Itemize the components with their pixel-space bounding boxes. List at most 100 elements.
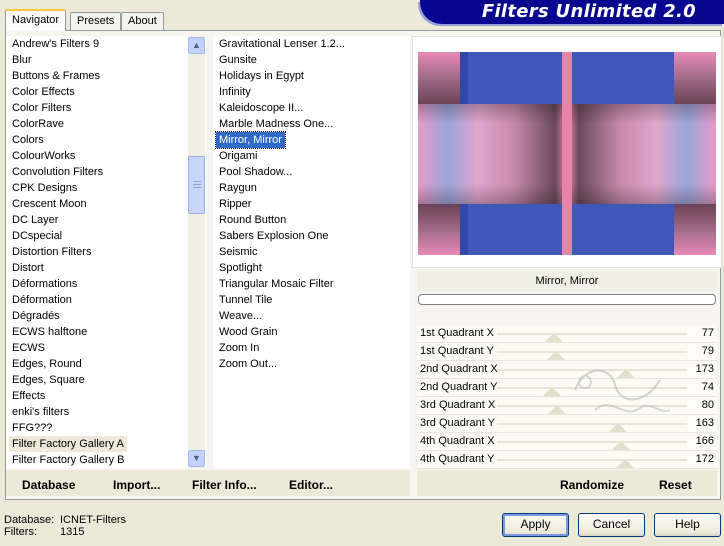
category-item[interactable]: DCspecial [9, 228, 65, 244]
category-item[interactable]: ColorRave [9, 116, 67, 132]
category-item[interactable]: enki's filters [9, 404, 72, 420]
parameter-slider-track[interactable] [497, 459, 687, 461]
parameter-value: 79 [701, 345, 714, 357]
filters-count-value: 1315 [60, 526, 85, 538]
category-item[interactable]: Color Effects [9, 84, 78, 100]
parameter-slider-track[interactable] [497, 441, 687, 443]
category-item[interactable]: ColourWorks [9, 148, 78, 164]
parameter-slider-thumb[interactable] [611, 441, 630, 450]
category-item[interactable]: Andrew's Filters 9 [9, 36, 102, 52]
reset-button[interactable]: Reset [659, 478, 692, 492]
category-item[interactable]: Distort [9, 260, 47, 276]
filter-item[interactable]: Gunsite [216, 52, 260, 68]
filter-item[interactable]: Holidays in Egypt [216, 68, 307, 84]
filter-item[interactable]: Round Button [216, 212, 289, 228]
category-item[interactable]: Convolution Filters [9, 164, 106, 180]
category-item[interactable]: Dégradés [9, 308, 63, 324]
parameter-row[interactable]: 4th Quadrant Y 172 [417, 451, 717, 469]
filter-item[interactable]: Gravitational Lenser 1.2... [216, 36, 348, 52]
tab-about[interactable]: About [121, 12, 164, 30]
category-item[interactable]: FFG??? [9, 420, 55, 436]
parameter-name: 1st Quadrant X [420, 327, 494, 339]
parameter-slider-thumb[interactable] [616, 459, 635, 468]
tab-presets[interactable]: Presets [70, 12, 122, 30]
parameter-name: 3rd Quadrant Y [420, 417, 496, 429]
filter-item[interactable]: Seismic [216, 244, 261, 260]
category-scrollbar[interactable]: ▲ ▼ [188, 36, 205, 468]
filter-item[interactable]: Wood Grain [216, 324, 281, 340]
scroll-up-button[interactable]: ▲ [188, 37, 205, 54]
filter-item[interactable]: Spotlight [216, 260, 265, 276]
filter-item[interactable]: Raygun [216, 180, 260, 196]
filter-item[interactable]: Infinity [216, 84, 254, 100]
category-item[interactable]: Déformation [9, 292, 75, 308]
parameter-row[interactable]: 4th Quadrant X 166 [417, 433, 717, 451]
preview-image [418, 52, 716, 255]
tab-navigator[interactable]: Navigator [5, 9, 67, 31]
parameter-slider-thumb[interactable] [545, 333, 564, 342]
filter-item[interactable]: Sabers Explosion One [216, 228, 331, 244]
database-value: ICNET-Filters [60, 514, 126, 526]
filter-item[interactable]: Origami [216, 148, 261, 164]
filter-info-button[interactable]: Filter Info... [192, 478, 257, 492]
watermark-graphic [574, 369, 671, 413]
filter-item[interactable]: Weave... [216, 308, 265, 324]
category-item[interactable]: Filter Factory Gallery B [9, 452, 127, 468]
category-item[interactable]: Blur [9, 52, 35, 68]
category-item[interactable]: Edges, Round [9, 356, 85, 372]
import-button[interactable]: Import... [113, 478, 160, 492]
filter-item[interactable]: Pool Shadow... [216, 164, 295, 180]
parameter-slider-thumb[interactable] [547, 405, 566, 414]
category-item[interactable]: Crescent Moon [9, 196, 90, 212]
help-button[interactable]: Help [654, 513, 721, 537]
progress-bar [418, 294, 716, 305]
category-item[interactable]: ECWS [9, 340, 48, 356]
parameter-slider-thumb[interactable] [546, 351, 565, 360]
parameter-slider-track[interactable] [497, 351, 687, 353]
parameter-name: 2nd Quadrant Y [420, 381, 498, 393]
apply-button[interactable]: Apply [502, 513, 569, 537]
category-item[interactable]: Déformations [9, 276, 80, 292]
filter-item[interactable]: Tunnel Tile [216, 292, 275, 308]
parameter-value: 173 [695, 363, 714, 375]
title-banner: Filters Unlimited 2.0 [420, 0, 724, 24]
parameter-name: 2nd Quadrant X [420, 363, 498, 375]
filter-item[interactable]: Triangular Mosaic Filter [216, 276, 337, 292]
database-label: Database: [4, 514, 55, 526]
filter-item[interactable]: Kaleidoscope II... [216, 100, 306, 116]
category-item[interactable]: ECWS halftone [9, 324, 90, 340]
category-item[interactable]: Distortion Filters [9, 244, 94, 260]
category-list[interactable]: Andrew's Filters 9 Blur Buttons & Frames Co… [6, 36, 206, 468]
parameter-value: 74 [701, 381, 714, 393]
parameter-slider-track[interactable] [497, 333, 687, 335]
database-button[interactable]: Database [22, 478, 75, 492]
editor-button[interactable]: Editor... [289, 478, 333, 492]
filter-item[interactable]: Mirror, Mirror [215, 131, 286, 149]
scroll-thumb[interactable] [188, 156, 205, 214]
selected-filter-name: Mirror, Mirror [417, 271, 717, 291]
category-item[interactable]: Color Filters [9, 100, 74, 116]
cancel-button[interactable]: Cancel [578, 513, 645, 537]
parameter-name: 1st Quadrant Y [420, 345, 494, 357]
parameter-slider-thumb[interactable] [543, 387, 562, 396]
parameter-name: 4th Quadrant Y [420, 453, 495, 465]
filter-item[interactable]: Zoom Out... [216, 356, 280, 372]
randomize-button[interactable]: Randomize [560, 478, 624, 492]
parameter-row[interactable]: 1st Quadrant X 77 [417, 325, 717, 343]
category-item[interactable]: Filter Factory Gallery A [9, 436, 127, 452]
category-item[interactable]: DC Layer [9, 212, 61, 228]
parameter-value: 80 [701, 399, 714, 411]
category-item[interactable]: Effects [9, 388, 48, 404]
scroll-down-button[interactable]: ▼ [188, 450, 205, 467]
category-item[interactable]: Buttons & Frames [9, 68, 103, 84]
parameter-row[interactable]: 1st Quadrant Y 79 [417, 343, 717, 361]
filter-list[interactable]: Gravitational Lenser 1.2... Gunsite Holida… [213, 36, 410, 468]
parameter-value: 77 [701, 327, 714, 339]
category-item[interactable]: CPK Designs [9, 180, 80, 196]
filters-count-label: Filters: [4, 526, 37, 538]
filter-item[interactable]: Zoom In [216, 340, 262, 356]
filter-item[interactable]: Ripper [216, 196, 254, 212]
category-item[interactable]: Colors [9, 132, 47, 148]
filter-item[interactable]: Marble Madness One... [216, 116, 336, 132]
category-item[interactable]: Edges, Square [9, 372, 88, 388]
